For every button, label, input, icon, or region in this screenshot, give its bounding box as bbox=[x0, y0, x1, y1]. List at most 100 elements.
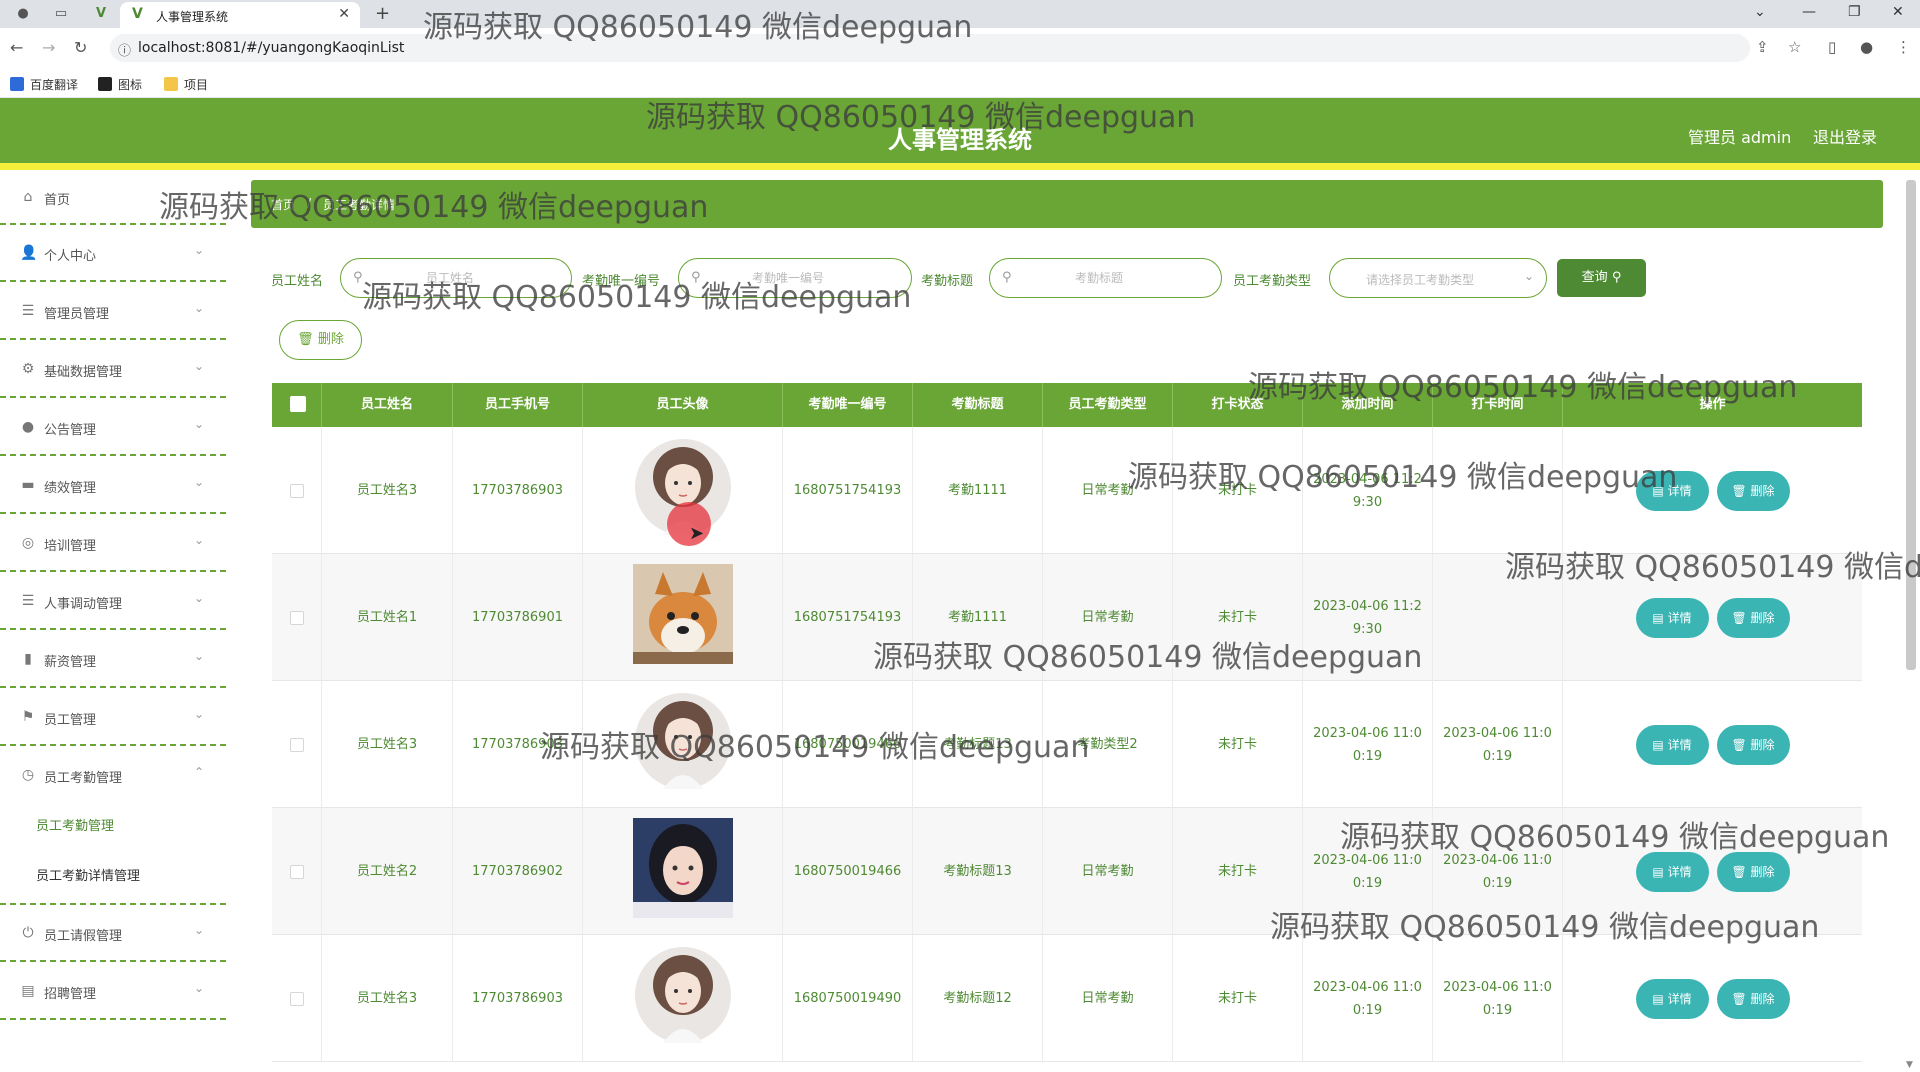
sidebar-item-employee[interactable]: ⚑ 员工管理 ⌄ bbox=[0, 689, 226, 746]
detail-button[interactable]: ▤ 详情 bbox=[1635, 851, 1709, 892]
code-search-field[interactable] bbox=[713, 268, 863, 288]
header-name: 员工姓名 bbox=[322, 383, 453, 427]
bookmarks-bar: 百度翻译 图标 项目 bbox=[0, 68, 1920, 98]
detail-button[interactable]: ▤ 详情 bbox=[1635, 470, 1709, 511]
type-select[interactable]: 请选择员工考勤类型 ⌄ bbox=[1329, 258, 1547, 298]
menu-icon[interactable]: ⋮ bbox=[1896, 38, 1911, 56]
row-checkbox[interactable] bbox=[289, 483, 304, 498]
cell-type: 日常考勤 bbox=[1043, 554, 1173, 681]
reload-icon[interactable]: ↻ bbox=[74, 38, 87, 57]
info-icon[interactable]: ⓘ bbox=[118, 40, 131, 59]
batch-delete-button[interactable]: 🗑 删除 bbox=[279, 320, 362, 360]
bookmark-translate[interactable]: 百度翻译 bbox=[10, 76, 78, 93]
sidepanel-icon[interactable]: ▯ bbox=[1828, 38, 1836, 56]
cell-status: 未打卡 bbox=[1173, 554, 1303, 681]
close-tab-icon[interactable]: ✕ bbox=[338, 6, 350, 22]
row-checkbox[interactable] bbox=[289, 864, 304, 879]
row-checkbox[interactable] bbox=[289, 737, 304, 752]
sidebar-item-training[interactable]: ◎ 培训管理 ⌄ bbox=[0, 515, 226, 572]
chevron-down-icon: ⌄ bbox=[194, 359, 205, 373]
code-search-input[interactable]: ⚲ bbox=[678, 258, 912, 298]
restore-icon[interactable]: ❐ bbox=[1848, 4, 1861, 20]
breadcrumb-separator: / bbox=[307, 196, 312, 210]
header-select-all[interactable] bbox=[272, 383, 322, 427]
sidebar-item-leave[interactable]: ⏻ 员工请假管理 ⌄ bbox=[0, 905, 226, 962]
sidebar-item-performance[interactable]: ▬ 绩效管理 ⌄ bbox=[0, 457, 226, 514]
new-tab-icon[interactable]: + bbox=[375, 3, 390, 24]
sidebar-item-attendance[interactable]: ◷ 员工考勤管理 ⌃ 员工考勤管理 员工考勤详情管理 bbox=[0, 747, 226, 905]
type-label: 员工考勤类型 bbox=[1233, 274, 1312, 289]
profile-icon[interactable]: ● bbox=[1860, 38, 1873, 56]
name-value: 员工姓名2 bbox=[356, 864, 418, 879]
clocked-value: 2023-04-06 11:00:19 bbox=[1443, 979, 1552, 1018]
delete-button[interactable]: 🗑 删除 bbox=[1716, 724, 1790, 765]
code-value: 1680751754193 bbox=[793, 610, 902, 625]
sidebar-subitem-attendance-detail[interactable]: 员工考勤详情管理 bbox=[36, 865, 140, 884]
address-bar: ← → ↻ ⓘ localhost:8081/#/yuangongKaoqinL… bbox=[0, 28, 1920, 68]
forward-icon[interactable]: → bbox=[42, 38, 55, 57]
github-icon[interactable]: ● bbox=[14, 5, 32, 23]
blank-tab-icon[interactable]: ▭ bbox=[52, 5, 70, 23]
browser-tab-active[interactable]: V 人事管理系统 ✕ bbox=[120, 2, 360, 28]
name-search-input[interactable]: ⚲ bbox=[340, 258, 572, 298]
vue-tab-icon[interactable]: V bbox=[92, 5, 110, 23]
title-search-field[interactable] bbox=[1024, 268, 1174, 288]
chevron-down-icon: ⌄ bbox=[194, 707, 205, 721]
chevron-up-icon: ⌃ bbox=[194, 765, 205, 779]
page-scrollbar[interactable] bbox=[1906, 180, 1916, 670]
row-checkbox[interactable] bbox=[289, 610, 304, 625]
chevron-down-icon: ⌄ bbox=[194, 417, 205, 431]
sidebar-item-recruit[interactable]: ▤ 招聘管理 ⌄ bbox=[0, 963, 226, 1020]
sidebar-item-basedata[interactable]: ⚙ 基础数据管理 ⌄ bbox=[0, 341, 226, 398]
cell-title: 考勤标题13 bbox=[913, 681, 1043, 808]
url-field[interactable]: ⓘ localhost:8081/#/yuangongKaoqinList bbox=[110, 34, 1750, 62]
trash-icon: 🗑 bbox=[1731, 737, 1747, 752]
detail-button[interactable]: ▤ 详情 bbox=[1635, 978, 1709, 1019]
bookmark-icons[interactable]: 图标 bbox=[98, 76, 142, 93]
tab-list-icon[interactable]: ⌄ bbox=[1754, 4, 1766, 20]
sidebar-item-home[interactable]: ⌂ 首页 bbox=[0, 177, 226, 225]
sidebar-subitem-attendance[interactable]: 员工考勤管理 bbox=[36, 815, 114, 834]
logout-link[interactable]: 退出登录 bbox=[1813, 124, 1877, 148]
cell-code: 1680750019466 bbox=[783, 808, 913, 935]
close-window-icon[interactable]: ✕ bbox=[1892, 4, 1904, 20]
scroll-down-icon[interactable]: ▼ bbox=[1906, 1060, 1913, 1070]
cell-name: 员工姓名3 bbox=[322, 681, 453, 808]
sidebar-item-admin[interactable]: ☰ 管理员管理 ⌄ bbox=[0, 283, 226, 340]
star-icon[interactable]: ☆ bbox=[1788, 38, 1801, 56]
sidebar-item-notice[interactable]: ● 公告管理 ⌄ bbox=[0, 399, 226, 456]
trash-icon: 🗑 bbox=[1731, 991, 1747, 1006]
cell-clocked: 2023-04-06 11:00:19 bbox=[1433, 681, 1563, 808]
header-status: 打卡状态 bbox=[1173, 383, 1303, 427]
power-icon: ⏻ bbox=[22, 925, 34, 941]
sidebar-item-personal[interactable]: 👤 个人中心 ⌄ bbox=[0, 225, 226, 282]
cell-phone: 17703786903 bbox=[453, 427, 583, 554]
title-search-input[interactable]: ⚲ bbox=[989, 258, 1222, 298]
actions-cell: ▤ 详情 🗑 删除 bbox=[1563, 808, 1862, 935]
delete-button[interactable]: 🗑 删除 bbox=[1716, 597, 1790, 638]
bookmark-project[interactable]: 项目 bbox=[164, 76, 208, 93]
detail-button[interactable]: ▤ 详情 bbox=[1635, 597, 1709, 638]
delete-button[interactable]: 🗑 删除 bbox=[1716, 470, 1790, 511]
sidebar-item-transfer[interactable]: ☰ 人事调动管理 ⌄ bbox=[0, 573, 226, 630]
name-search-field[interactable] bbox=[375, 268, 525, 288]
cell-added: 2023-04-06 11:00:19 bbox=[1303, 808, 1433, 935]
compass-icon: ◎ bbox=[21, 535, 35, 551]
type-value: 考勤类型2 bbox=[1077, 737, 1138, 752]
sidebar-item-salary[interactable]: ▮ 薪资管理 ⌄ bbox=[0, 631, 226, 688]
share-icon[interactable]: ⇪ bbox=[1756, 38, 1769, 56]
delete-button[interactable]: 🗑 删除 bbox=[1716, 851, 1790, 892]
card-icon: ▤ bbox=[21, 983, 35, 999]
select-all-checkbox[interactable] bbox=[290, 396, 306, 412]
detail-button[interactable]: ▤ 详情 bbox=[1635, 724, 1709, 765]
cell-type: 日常考勤 bbox=[1043, 808, 1173, 935]
query-button[interactable]: 查询 ⚲ bbox=[1557, 259, 1646, 297]
search-icon: ⚲ bbox=[1611, 270, 1622, 285]
delete-button[interactable]: 🗑 删除 bbox=[1716, 978, 1790, 1019]
minimize-icon[interactable]: — bbox=[1802, 4, 1816, 20]
cell-added: 2023-04-06 11:00:19 bbox=[1303, 935, 1433, 1062]
breadcrumb-home[interactable]: 首页 bbox=[271, 196, 295, 213]
back-icon[interactable]: ← bbox=[10, 38, 23, 57]
name-value: 员工姓名3 bbox=[356, 991, 418, 1006]
row-checkbox[interactable] bbox=[289, 991, 304, 1006]
